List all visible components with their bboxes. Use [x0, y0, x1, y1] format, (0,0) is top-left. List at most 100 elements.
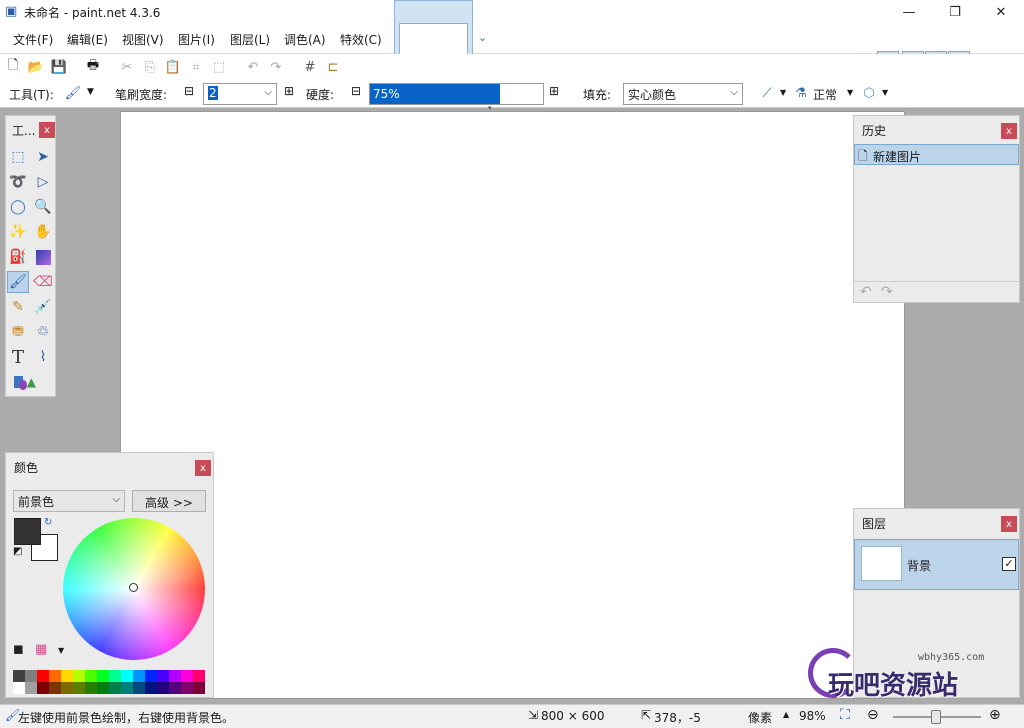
palette-swatch[interactable]	[25, 682, 37, 694]
print-icon[interactable]: 🖶	[84, 58, 102, 76]
paintbrush-icon[interactable]: 🖌	[64, 84, 82, 102]
crop-icon[interactable]: ⌗	[187, 58, 205, 76]
layers-panel-close-button[interactable]: x	[1001, 516, 1017, 532]
hardness-decrease-button[interactable]: ⊟	[351, 84, 361, 98]
clone-stamp-tool[interactable]: ⛃	[7, 321, 29, 343]
layer-visibility-checkbox[interactable]: ✓	[1002, 557, 1016, 571]
palette-swatch[interactable]	[181, 670, 193, 682]
palette-swatch[interactable]	[193, 682, 205, 694]
more-colors-button[interactable]: 高级 >>	[132, 490, 206, 512]
add-color-icon[interactable]: ◼	[13, 642, 24, 657]
layer-row[interactable]: 背景 ✓	[854, 539, 1019, 590]
palette-swatch[interactable]	[133, 670, 145, 682]
palette-swatch[interactable]	[37, 670, 49, 682]
zoom-out-icon[interactable]: ⊖	[867, 707, 879, 723]
move-selected-tool[interactable]: ▷	[32, 171, 54, 193]
colors-panel-close-button[interactable]: x	[195, 460, 211, 476]
eraser-tool[interactable]: ⌫	[32, 271, 54, 293]
paste-icon[interactable]: 📋	[164, 58, 182, 76]
ruler-icon[interactable]: ⊏	[324, 58, 342, 76]
move-selection-tool[interactable]: ➤	[32, 146, 54, 168]
palette-swatch[interactable]	[61, 670, 73, 682]
ellipse-select-tool[interactable]: ◯	[7, 196, 29, 218]
palette-dropdown-arrow[interactable]: ▼	[58, 646, 64, 655]
palette-swatch[interactable]	[157, 682, 169, 694]
close-button[interactable]: ✕	[978, 0, 1024, 24]
new-file-icon[interactable]: 🗋	[4, 58, 22, 76]
cut-icon[interactable]: ✂	[118, 58, 136, 76]
menu-file[interactable]: 文件(F)	[13, 31, 53, 48]
hardness-slider[interactable]: 75%	[369, 83, 544, 105]
palette-swatch[interactable]	[109, 682, 121, 694]
history-item[interactable]: 🗋 新建图片	[854, 144, 1019, 165]
palette-swatch[interactable]	[13, 682, 25, 694]
grid-icon[interactable]: #	[301, 58, 319, 76]
brush-width-increase-button[interactable]: ⊞	[284, 84, 294, 98]
unit-selector[interactable]: 像素	[748, 709, 772, 726]
palette-swatch[interactable]	[85, 670, 97, 682]
antialiasing-dropdown-arrow[interactable]: ▼	[780, 88, 786, 97]
tool-dropdown-arrow[interactable]: ▼	[87, 87, 94, 97]
recolor-tool[interactable]: ♲	[32, 321, 54, 343]
palette-swatch[interactable]	[157, 670, 169, 682]
line-curve-tool[interactable]: ⌇	[32, 346, 54, 368]
open-folder-icon[interactable]: 📂	[27, 58, 45, 76]
paintbrush-tool[interactable]: 🖌	[7, 271, 29, 293]
history-panel-close-button[interactable]: x	[1001, 123, 1017, 139]
palette-swatch[interactable]	[13, 670, 25, 682]
palette-swatch[interactable]	[97, 682, 109, 694]
color-target-select[interactable]: 前景色 ⌵	[13, 490, 125, 512]
blend-mode-dropdown-arrow[interactable]: ▼	[847, 88, 853, 97]
palette-swatch[interactable]	[121, 670, 133, 682]
image-canvas[interactable]	[121, 112, 904, 698]
chevron-down-icon[interactable]: ⌄	[478, 31, 487, 44]
pan-tool[interactable]: ✋	[32, 221, 54, 243]
gradient-tool[interactable]	[32, 246, 54, 268]
text-tool[interactable]: T	[7, 346, 29, 368]
menu-edit[interactable]: 编辑(E)	[67, 31, 108, 48]
selection-mode-icon[interactable]: ⬡	[860, 84, 878, 102]
unit-dropdown-arrow[interactable]: ▲	[783, 710, 789, 719]
lasso-select-tool[interactable]: ➰	[7, 171, 29, 193]
palette-swatch[interactable]	[85, 682, 97, 694]
palette-swatch[interactable]	[61, 682, 73, 694]
palette-swatch[interactable]	[109, 670, 121, 682]
palette-swatch[interactable]	[193, 670, 205, 682]
history-undo-icon[interactable]: ↶	[860, 284, 872, 300]
color-wheel-marker[interactable]	[129, 583, 138, 592]
redo-icon[interactable]: ↷	[267, 58, 285, 76]
menu-view[interactable]: 视图(V)	[122, 31, 164, 48]
pencil-tool[interactable]: ✎	[7, 296, 29, 318]
palette-swatch[interactable]	[169, 670, 181, 682]
brush-width-decrease-button[interactable]: ⊟	[184, 84, 194, 98]
minimize-button[interactable]: —	[886, 0, 932, 24]
reset-colors-icon[interactable]: ◩	[13, 546, 22, 557]
palette-swatch[interactable]	[49, 682, 61, 694]
palette-swatch[interactable]	[73, 670, 85, 682]
antialiasing-icon[interactable]: ⟋	[758, 84, 776, 102]
save-icon[interactable]: 💾	[50, 58, 68, 76]
primary-color-swatch-front[interactable]	[14, 518, 41, 545]
shapes-tool[interactable]: ▲	[14, 371, 36, 393]
magic-wand-tool[interactable]: ✨	[7, 221, 29, 243]
menu-layers[interactable]: 图层(L)	[230, 31, 270, 48]
menu-effects[interactable]: 特效(C)	[340, 31, 382, 48]
zoom-fit-icon[interactable]: ⛶	[840, 707, 850, 723]
hardness-increase-button[interactable]: ⊞	[549, 84, 559, 98]
rectangle-select-tool[interactable]: ⬚	[7, 146, 29, 168]
palette-icon[interactable]: ▦	[35, 642, 47, 657]
undo-icon[interactable]: ↶	[244, 58, 262, 76]
palette-swatch[interactable]	[25, 670, 37, 682]
palette-swatch[interactable]	[133, 682, 145, 694]
palette-swatch[interactable]	[181, 682, 193, 694]
palette-swatch[interactable]	[169, 682, 181, 694]
palette-swatch[interactable]	[145, 670, 157, 682]
palette-swatch[interactable]	[121, 682, 133, 694]
maximize-button[interactable]: ❐	[932, 0, 978, 24]
copy-icon[interactable]: ⎘	[141, 58, 159, 76]
palette-swatch[interactable]	[49, 670, 61, 682]
menu-adjustments[interactable]: 调色(A)	[284, 31, 326, 48]
history-redo-icon[interactable]: ↷	[881, 284, 893, 300]
zoom-slider-thumb[interactable]	[931, 710, 941, 724]
paint-bucket-tool[interactable]: ⛽	[7, 246, 29, 268]
